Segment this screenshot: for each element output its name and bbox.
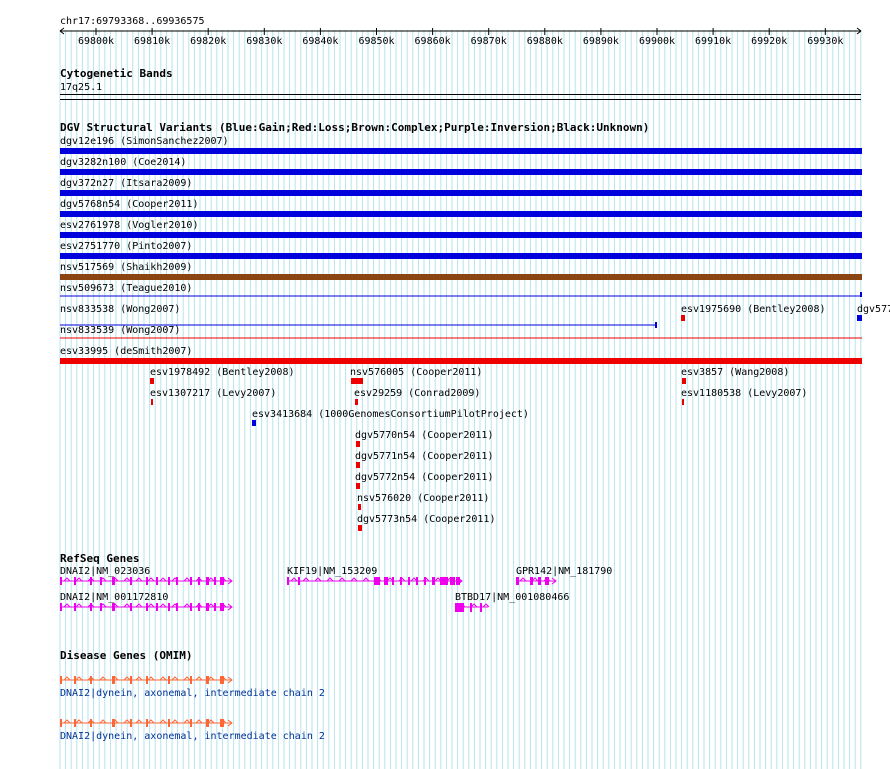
- variant-label: esv2751770 (Pinto2007): [60, 241, 192, 252]
- variant-bar[interactable]: [60, 358, 862, 364]
- variant-label: nsv833539 (Wong2007): [60, 325, 180, 336]
- omim-gene[interactable]: DNAI2|dynein, axonemal, intermediate cha…: [60, 676, 325, 699]
- variant-bar[interactable]: [358, 525, 362, 531]
- variant-bar[interactable]: [681, 315, 685, 321]
- region-label: chr17:69793368..69936575: [60, 16, 205, 27]
- omim-label[interactable]: DNAI2|dynein, axonemal, intermediate cha…: [60, 688, 325, 699]
- variant-label: dgv577: [857, 304, 890, 315]
- tick-label: 69850k: [358, 36, 394, 47]
- variant-label: esv33995 (deSmith2007): [60, 346, 192, 357]
- variant-bar[interactable]: [682, 378, 686, 384]
- omim-gene[interactable]: DNAI2|dynein, axonemal, intermediate cha…: [60, 719, 325, 742]
- variant-bar[interactable]: [356, 462, 360, 468]
- variant-label: dgv5772n54 (Cooper2011): [355, 472, 493, 483]
- tick-label: 69880k: [527, 36, 563, 47]
- variant-bar[interactable]: [355, 399, 358, 405]
- tick-label: 69930k: [807, 36, 843, 47]
- variant-endcap: [655, 322, 657, 328]
- tick-label: 69810k: [134, 36, 170, 47]
- variant-bar[interactable]: [60, 253, 862, 259]
- variant-bar[interactable]: [60, 211, 862, 217]
- cytogenetic-bands-track: Cytogenetic Bands 17q25.1: [60, 67, 861, 100]
- variant-bar[interactable]: [60, 190, 862, 196]
- variant-label: dgv3282n100 (Coe2014): [60, 157, 186, 168]
- variant-label: dgv5771n54 (Cooper2011): [355, 451, 493, 462]
- variant-label: nsv509673 (Teague2010): [60, 283, 192, 294]
- omim-track: Disease Genes (OMIM) DNAI2|dynein, axone…: [60, 649, 325, 742]
- variant-bar[interactable]: [682, 399, 684, 405]
- variant-label: dgv372n27 (Itsara2009): [60, 178, 192, 189]
- variant-label: dgv5773n54 (Cooper2011): [357, 514, 495, 525]
- variant-bar[interactable]: [358, 504, 361, 510]
- gene-label: BTBD17|NM_001080466: [455, 592, 569, 603]
- tick-label: 69820k: [190, 36, 226, 47]
- omim-label[interactable]: DNAI2|dynein, axonemal, intermediate cha…: [60, 731, 325, 742]
- refseq-title: RefSeq Genes: [60, 552, 139, 565]
- gene-model[interactable]: BTBD17|NM_001080466: [455, 592, 569, 612]
- variant-bar[interactable]: [60, 274, 862, 280]
- variant-label: dgv5770n54 (Cooper2011): [355, 430, 493, 441]
- variant-bar[interactable]: [60, 232, 862, 238]
- tick-label: 69870k: [471, 36, 507, 47]
- variant-label: nsv517569 (Shaikh2009): [60, 262, 192, 273]
- variant-label: esv2761978 (Vogler2010): [60, 220, 198, 231]
- variant-label: esv1978492 (Bentley2008): [150, 367, 295, 378]
- tick-label: 69890k: [583, 36, 619, 47]
- gene-label: GPR142|NM_181790: [516, 566, 612, 577]
- variant-label: esv29259 (Conrad2009): [354, 388, 480, 399]
- variant-bar[interactable]: [252, 420, 256, 426]
- tick-label: 69840k: [302, 36, 338, 47]
- tick-label: 69830k: [246, 36, 282, 47]
- variant-bar[interactable]: [356, 441, 360, 447]
- variant-bar[interactable]: [60, 169, 862, 175]
- cyto-title: Cytogenetic Bands: [60, 67, 173, 80]
- gene-model[interactable]: KIF19|NM_153209: [287, 566, 463, 585]
- tick-label: 69910k: [695, 36, 731, 47]
- tick-label: 69860k: [415, 36, 451, 47]
- cyto-band-label: 17q25.1: [60, 82, 102, 93]
- dgv-title: DGV Structural Variants (Blue:Gain;Red:L…: [60, 121, 649, 134]
- tick-label: 69800k: [78, 36, 114, 47]
- variant-bar[interactable]: [60, 148, 862, 154]
- gene-label: DNAI2|NM_001172810: [60, 592, 168, 603]
- variant-label: esv1307217 (Levy2007): [150, 388, 276, 399]
- variant-label: dgv12e196 (SimonSanchez2007): [60, 136, 229, 147]
- variant-bar[interactable]: [857, 315, 862, 321]
- variant-bar[interactable]: [151, 399, 153, 405]
- gene-model[interactable]: DNAI2|NM_001172810: [60, 592, 233, 611]
- variant-label: nsv576020 (Cooper2011): [357, 493, 489, 504]
- ruler: chr17:69793368..69936575 69800k 69810k 698…: [59, 16, 862, 47]
- variant-label: esv3857 (Wang2008): [681, 367, 789, 378]
- variant-label: esv3413684 (1000GenomesConsortiumPilotPr…: [252, 409, 529, 420]
- genome-browser: chr17:69793368..69936575 69800k 69810k 698…: [59, 16, 890, 769]
- variant-endcap: [860, 292, 862, 297]
- gene-label: KIF19|NM_153209: [287, 566, 377, 577]
- variant-bar[interactable]: [356, 483, 360, 489]
- variant-label: esv1180538 (Levy2007): [681, 388, 807, 399]
- tick-label: 69900k: [639, 36, 675, 47]
- tick-label: 69920k: [751, 36, 787, 47]
- omim-title: Disease Genes (OMIM): [60, 649, 192, 662]
- variant-label: dgv5768n54 (Cooper2011): [60, 199, 198, 210]
- gene-label: DNAI2|NM_023036: [60, 566, 150, 577]
- refseq-track: RefSeq Genes DNAI2|NM_023036 KIF19|NM_153…: [60, 552, 612, 612]
- variant-bar[interactable]: [351, 378, 363, 384]
- gene-model[interactable]: DNAI2|NM_023036: [60, 566, 233, 585]
- variant-label: esv1975690 (Bentley2008): [681, 304, 826, 315]
- variant-label: nsv576005 (Cooper2011): [350, 367, 482, 378]
- variant-label: nsv833538 (Wong2007): [60, 304, 180, 315]
- variant-bar[interactable]: [150, 378, 154, 384]
